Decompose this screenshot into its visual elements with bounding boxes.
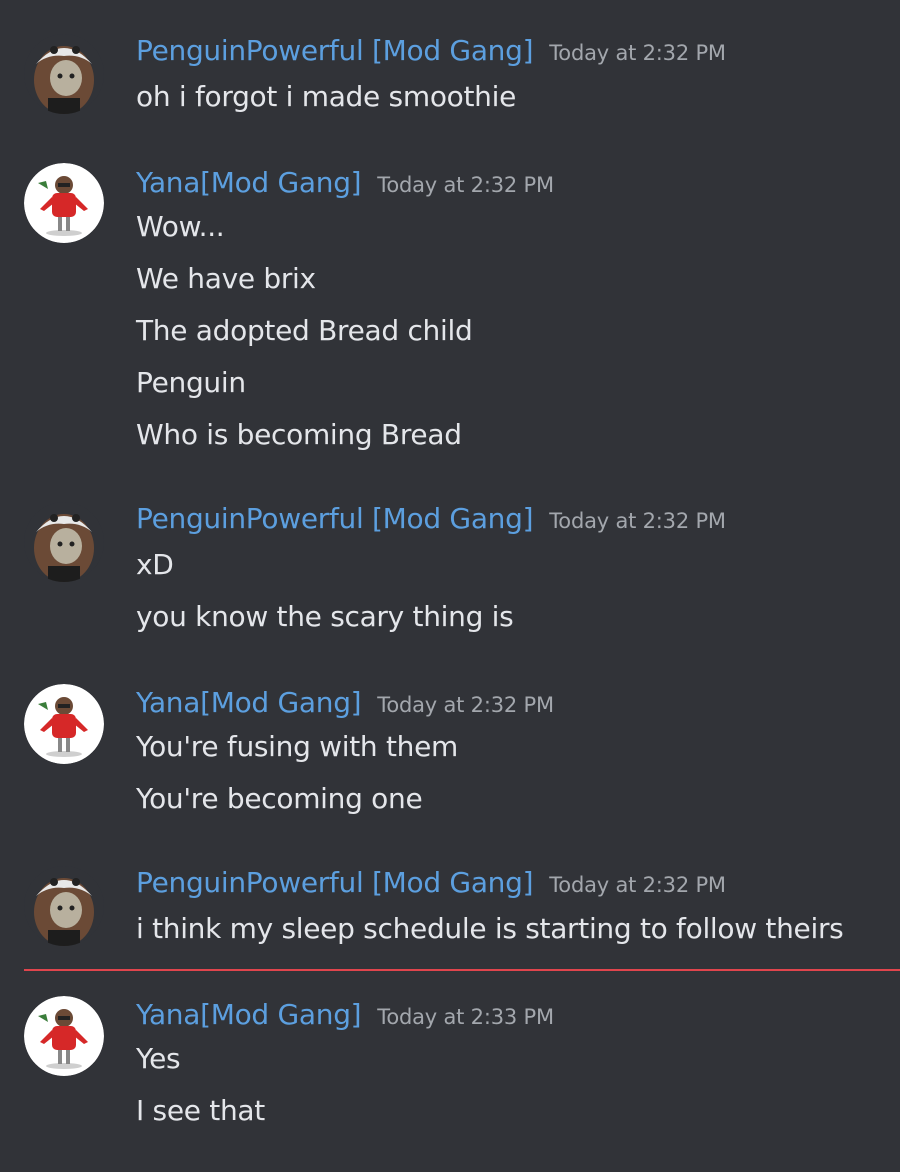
penguin-avatar-icon: [24, 34, 104, 114]
timestamp[interactable]: Today at 2:32 PM: [377, 173, 554, 197]
timestamp[interactable]: Today at 2:32 PM: [549, 509, 726, 533]
avatar[interactable]: [24, 34, 104, 114]
penguin-avatar-icon: [24, 866, 104, 946]
yana-avatar-icon: [24, 684, 104, 764]
timestamp[interactable]: Today at 2:33 PM: [377, 1005, 554, 1029]
yana-avatar-icon: [24, 996, 104, 1076]
message-text: You're becoming one: [136, 782, 423, 815]
timestamp[interactable]: Today at 2:32 PM: [377, 693, 554, 717]
timestamp[interactable]: Today at 2:32 PM: [549, 873, 726, 897]
new-messages-divider: [24, 969, 900, 971]
message-text: Yes: [136, 1042, 181, 1075]
chat-messages: PenguinPowerful [Mod Gang] Today at 2:32…: [0, 0, 900, 1172]
avatar[interactable]: [24, 684, 104, 764]
message-text: We have brix: [136, 262, 316, 295]
message-text: oh i forgot i made smoothie: [136, 80, 517, 113]
username[interactable]: PenguinPowerful [Mod Gang]: [136, 34, 534, 67]
username[interactable]: PenguinPowerful [Mod Gang]: [136, 502, 534, 535]
avatar[interactable]: [24, 502, 104, 582]
message-text: I see that: [136, 1094, 265, 1127]
message-text: You're fusing with them: [136, 730, 459, 763]
penguin-avatar-icon: [24, 502, 104, 582]
timestamp[interactable]: Today at 2:32 PM: [549, 41, 726, 65]
message-text: Who is becoming Bread: [136, 418, 462, 451]
message-text: you know the scary thing is: [136, 600, 514, 633]
username[interactable]: Yana[Mod Gang]: [136, 686, 362, 719]
avatar[interactable]: [24, 996, 104, 1076]
message-text: Wow...: [136, 210, 225, 243]
username[interactable]: PenguinPowerful [Mod Gang]: [136, 866, 534, 899]
avatar[interactable]: [24, 163, 104, 243]
yana-avatar-icon: [24, 163, 104, 243]
message-text: The adopted Bread child: [136, 314, 473, 347]
message-text: i think my sleep schedule is starting to…: [136, 912, 844, 945]
username[interactable]: Yana[Mod Gang]: [136, 166, 362, 199]
message-text: xD: [136, 548, 174, 581]
avatar[interactable]: [24, 866, 104, 946]
message-text: Penguin: [136, 366, 246, 399]
username[interactable]: Yana[Mod Gang]: [136, 998, 362, 1031]
